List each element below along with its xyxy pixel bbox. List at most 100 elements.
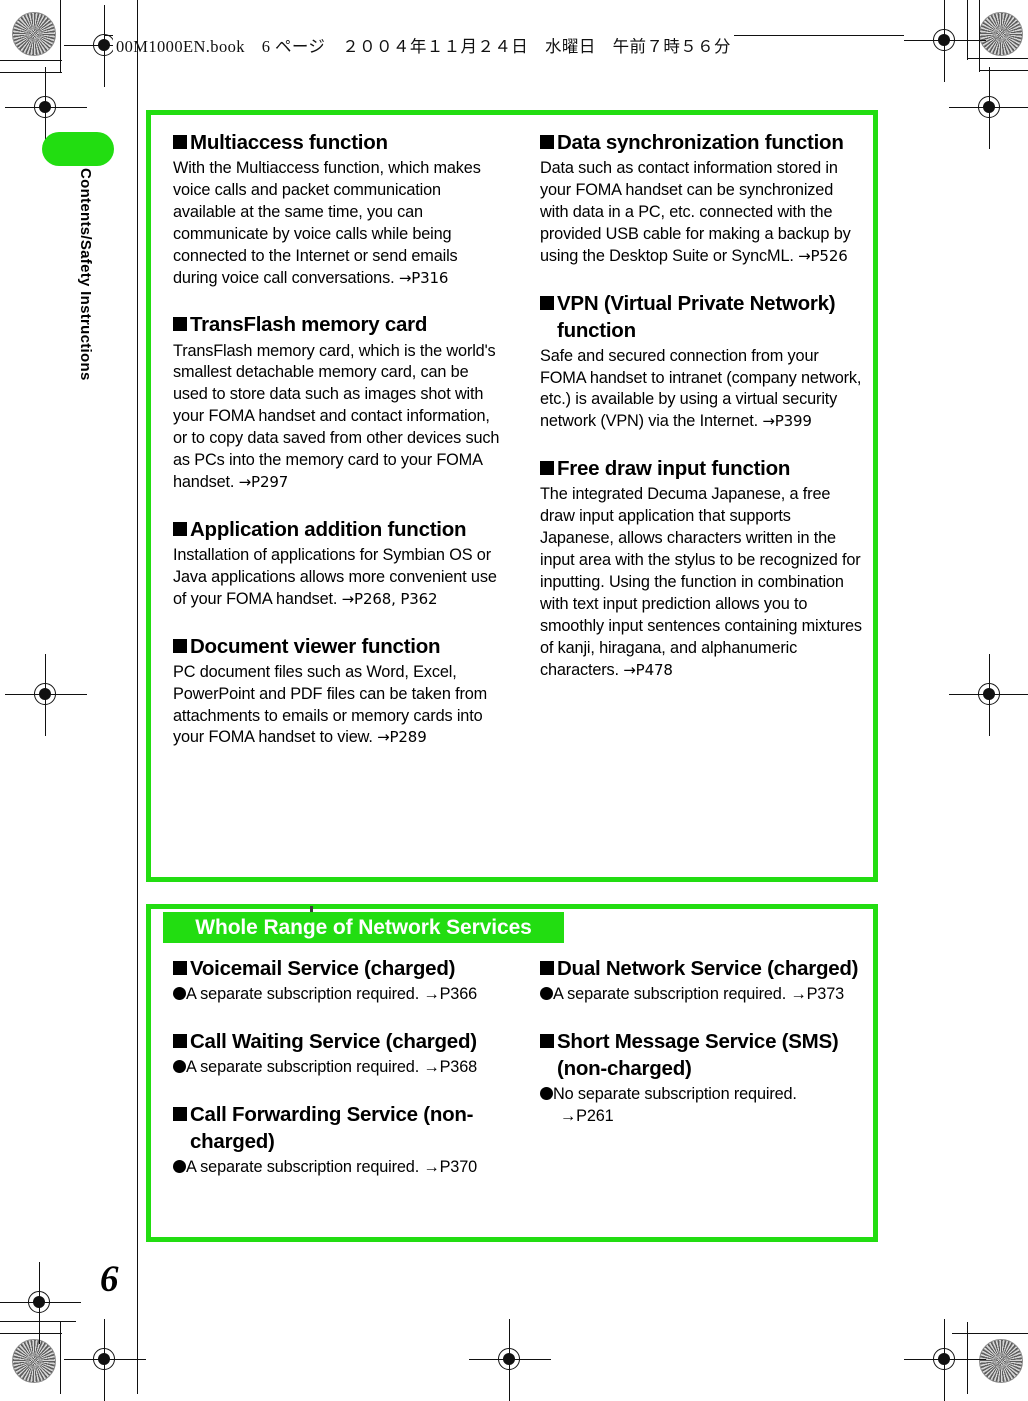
network-services-banner: Whole Range of Network Services bbox=[163, 912, 564, 943]
service-page-ref: →P366 bbox=[423, 985, 478, 1004]
black-square-bullet-icon bbox=[173, 638, 187, 653]
feature-page-ref: →P297 bbox=[238, 472, 289, 491]
black-circle-bullet-icon bbox=[173, 1160, 186, 1173]
registration-mark-top-left-inner bbox=[5, 67, 87, 149]
feature-title-text: Application addition function bbox=[190, 517, 467, 541]
print-star-target-top-right bbox=[979, 12, 1023, 56]
feature-body: PC document files such as Word, Excel, P… bbox=[173, 662, 500, 750]
registration-mark-top-right bbox=[904, 0, 986, 82]
service-entry: Call Waiting Service (charged) A separat… bbox=[173, 1028, 500, 1079]
black-square-bullet-icon bbox=[540, 1033, 554, 1048]
service-title-text: Call Waiting Service (charged) bbox=[190, 1029, 477, 1053]
service-note: A separate subscription required. →P368 bbox=[173, 1057, 500, 1079]
service-note-text: A separate subscription required. bbox=[553, 985, 791, 1004]
service-entry: Dual Network Service (charged) A separat… bbox=[540, 955, 863, 1006]
network-services-panel: Voicemail Service (charged) A separate s… bbox=[146, 904, 878, 1242]
print-star-target-bottom-right bbox=[979, 1339, 1023, 1383]
feature-entry: TransFlash memory card TransFlash memory… bbox=[173, 311, 500, 493]
feature-entry: VPN (Virtual Private Network) function S… bbox=[540, 290, 863, 434]
service-page-ref: →P368 bbox=[423, 1058, 478, 1076]
feature-body-text: Safe and secured connection from your FO… bbox=[540, 346, 862, 431]
black-circle-bullet-icon bbox=[173, 987, 186, 1001]
feature-body: With the Multiaccess function, which mak… bbox=[173, 158, 500, 289]
service-title: Call Forwarding Service (non-charged) bbox=[173, 1101, 500, 1155]
service-note-text: A separate subscription required. bbox=[186, 985, 424, 1004]
service-note: A separate subscription required. →P373 bbox=[540, 984, 863, 1006]
feature-title: Data synchronization function bbox=[540, 129, 863, 156]
feature-body: Safe and secured connection from your FO… bbox=[540, 346, 863, 434]
registration-mark-bottom-left bbox=[0, 1262, 81, 1344]
black-square-bullet-icon bbox=[173, 961, 187, 975]
service-note-text: A separate subscription required. bbox=[186, 1158, 424, 1176]
feature-page-ref: →P478 bbox=[623, 660, 673, 679]
network-right-column: Dual Network Service (charged) A separat… bbox=[518, 955, 863, 1227]
black-circle-bullet-icon bbox=[173, 1060, 186, 1073]
registration-mark-top-right-inner bbox=[949, 67, 1028, 149]
feature-title-text: Free draw input function bbox=[557, 457, 791, 481]
spine-rule bbox=[137, 0, 139, 1394]
crop-line-top-right-h bbox=[967, 58, 1028, 60]
crop-line-bottom-right-h bbox=[952, 1333, 1028, 1335]
section-tab-label: Contents/Safety Instructions bbox=[77, 168, 94, 381]
feature-entry: Application addition function Installati… bbox=[173, 516, 500, 611]
feature-title: TransFlash memory card bbox=[173, 311, 500, 338]
crop-line-top-right-v2 bbox=[979, 0, 981, 72]
registration-mark-middle-left bbox=[5, 654, 87, 736]
feature-title-text: Multiaccess function bbox=[190, 131, 388, 154]
service-title: Short Message Service (SMS) (non-charged… bbox=[540, 1028, 863, 1082]
service-note: A separate subscription required. →P366 bbox=[173, 984, 500, 1006]
feature-body-text: PC document files such as Word, Excel, P… bbox=[173, 662, 488, 747]
black-square-bullet-icon bbox=[540, 135, 554, 149]
service-entry: Short Message Service (SMS) (non-charged… bbox=[540, 1028, 863, 1128]
feature-body-text: With the Multiaccess function, which mak… bbox=[173, 159, 481, 287]
service-title: Voicemail Service (charged) bbox=[173, 955, 500, 982]
feature-title: Free draw input function bbox=[540, 455, 863, 482]
feature-body: Data such as contact information stored … bbox=[540, 158, 863, 268]
section-tab-marker bbox=[42, 132, 114, 166]
feature-page-ref: →P316 bbox=[398, 268, 449, 287]
feature-entry: Document viewer function PC document fil… bbox=[173, 633, 500, 750]
feature-entry: Free draw input function The integrated … bbox=[540, 455, 863, 681]
service-note-text: A separate subscription required. bbox=[186, 1058, 424, 1076]
feature-page-ref: →P399 bbox=[762, 412, 812, 431]
service-title-text: Call Forwarding Service (non-charged) bbox=[190, 1102, 474, 1153]
registration-mark-bottom-left-inner bbox=[64, 1319, 146, 1401]
feature-title-text: VPN (Virtual Private Network) function bbox=[557, 291, 836, 342]
page-number: 6 bbox=[100, 1259, 119, 1300]
crop-line-bottom-left-h bbox=[0, 1333, 62, 1335]
feature-page-ref: →P289 bbox=[377, 728, 427, 747]
feature-entry: Multiaccess function With the Multiacces… bbox=[173, 129, 500, 289]
service-title: Call Waiting Service (charged) bbox=[173, 1028, 500, 1055]
document-header-text: 00M1000EN.book 6 ページ ２００４年１１月２４日 水曜日 午前７… bbox=[113, 33, 734, 57]
feature-entry: Data synchronization function Data such … bbox=[540, 129, 863, 268]
feature-body-text: Installation of applications for Symbian… bbox=[173, 545, 497, 608]
feature-title-text: Document viewer function bbox=[190, 634, 441, 658]
features-panel: Multiaccess function With the Multiacces… bbox=[146, 110, 878, 882]
crop-line-top-right-h2 bbox=[979, 70, 1028, 72]
service-note: No separate subscription required. →P261 bbox=[540, 1084, 863, 1128]
crop-line-top-left-v bbox=[60, 0, 62, 73]
feature-title: Application addition function bbox=[173, 516, 500, 543]
black-circle-bullet-icon bbox=[540, 1087, 553, 1101]
black-square-bullet-icon bbox=[173, 1033, 187, 1048]
service-note: A separate subscription required. →P370 bbox=[173, 1157, 500, 1179]
black-square-bullet-icon bbox=[173, 521, 187, 536]
feature-title: Multiaccess function bbox=[173, 129, 500, 156]
service-title-text: Dual Network Service (charged) bbox=[557, 957, 859, 980]
print-star-target-bottom-left bbox=[12, 1339, 56, 1383]
black-square-bullet-icon bbox=[173, 1106, 187, 1121]
service-title-text: Short Message Service (SMS) (non-charged… bbox=[557, 1029, 839, 1080]
print-star-target-top-left bbox=[12, 12, 56, 56]
black-square-bullet-icon bbox=[540, 961, 554, 975]
black-circle-bullet-icon bbox=[540, 987, 553, 1001]
feature-title: Document viewer function bbox=[173, 633, 500, 660]
feature-body: Installation of applications for Symbian… bbox=[173, 545, 500, 611]
feature-body-text: The integrated Decuma Japanese, a free d… bbox=[540, 485, 862, 679]
network-services-banner-label: Whole Range of Network Services bbox=[195, 915, 532, 939]
feature-title: VPN (Virtual Private Network) function bbox=[540, 290, 863, 344]
service-entry: Call Forwarding Service (non-charged) A … bbox=[173, 1101, 500, 1179]
service-page-ref: →P373 bbox=[790, 985, 845, 1004]
service-entry: Voicemail Service (charged) A separate s… bbox=[173, 955, 500, 1006]
feature-body-text: TransFlash memory card, which is the wor… bbox=[173, 341, 500, 491]
feature-body: The integrated Decuma Japanese, a free d… bbox=[540, 484, 863, 681]
